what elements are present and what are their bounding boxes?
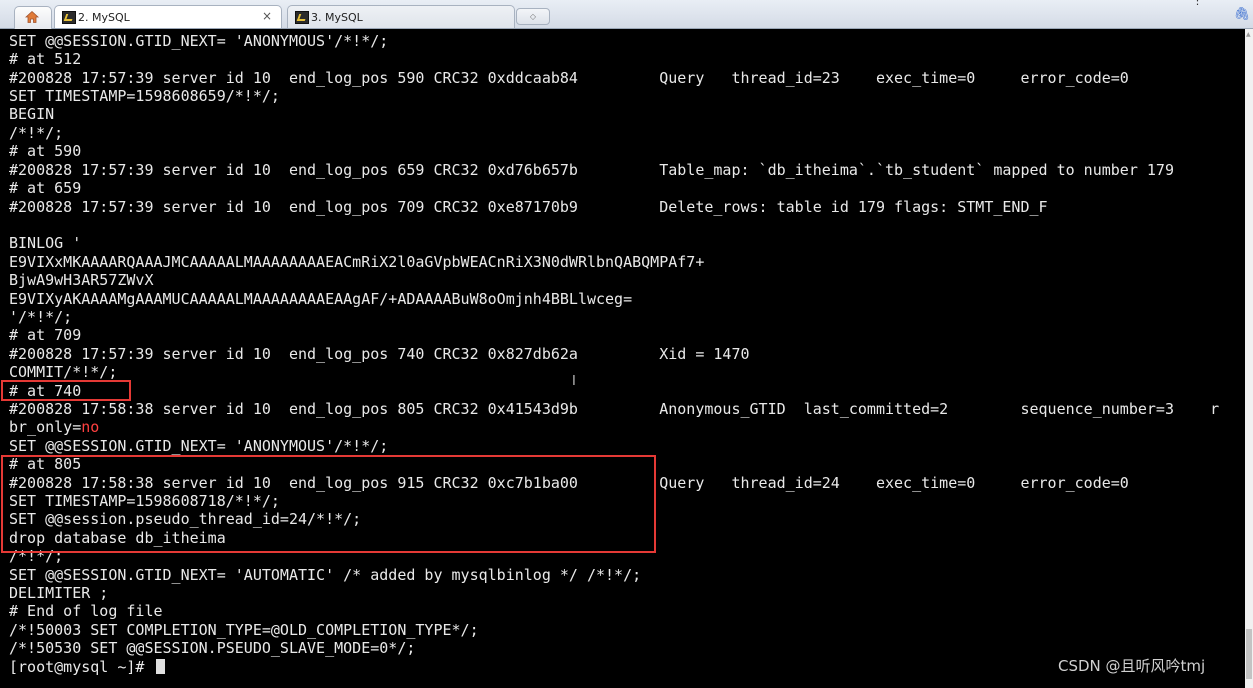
terminal-line: COMMIT/*!*/; bbox=[9, 363, 118, 381]
terminal-line: /*!*/; bbox=[9, 124, 64, 142]
terminal-line: #200828 17:57:39 server id 10 end_log_po… bbox=[9, 69, 1129, 87]
terminal-line: br_only=no bbox=[9, 418, 99, 436]
home-icon bbox=[25, 10, 39, 23]
terminal-line: SET @@SESSION.GTID_NEXT= 'ANONYMOUS'/*!*… bbox=[9, 32, 389, 50]
close-icon[interactable]: × bbox=[262, 9, 272, 23]
new-tab-button[interactable]: ◇ bbox=[516, 8, 550, 25]
highlight-box-at-740 bbox=[1, 380, 131, 401]
terminal-line: # at 659 bbox=[9, 179, 82, 197]
highlight-box-drop-event bbox=[1, 455, 656, 553]
tab-bar: 2. MySQL × 3. MySQL ◇ ⋮ 🖇 bbox=[0, 0, 1253, 29]
terminal-line: BjwA9wH3AR57ZWvX bbox=[9, 271, 154, 289]
terminal-line: #200828 17:57:39 server id 10 end_log_po… bbox=[9, 198, 1048, 216]
terminal-line: # at 709 bbox=[9, 326, 82, 344]
terminal-line: SET @@SESSION.GTID_NEXT= 'AUTOMATIC' /* … bbox=[9, 566, 642, 584]
terminal-output[interactable]: SET @@SESSION.GTID_NEXT= 'ANONYMOUS'/*!*… bbox=[0, 29, 1245, 688]
window-menu-icon[interactable]: ⋮ bbox=[1192, 0, 1203, 7]
prompt-text: [root@mysql ~]# bbox=[9, 658, 154, 676]
terminal-line: E9VIXxMKAAAARQAAAJMCAAAAALMAAAAAAAAEACmR… bbox=[9, 253, 705, 271]
tab-mysql-3[interactable]: 3. MySQL bbox=[287, 5, 515, 28]
home-tab[interactable] bbox=[14, 6, 52, 29]
terminal-icon bbox=[295, 11, 309, 24]
terminal-line: #200828 17:57:39 server id 10 end_log_po… bbox=[9, 345, 750, 363]
br-only-label: br_only= bbox=[9, 418, 82, 436]
terminal-line: # at 590 bbox=[9, 142, 82, 160]
paperclip-icon[interactable]: 🖇 bbox=[1233, 7, 1250, 22]
terminal-line: # at 512 bbox=[9, 50, 82, 68]
terminal-line: SET @@SESSION.GTID_NEXT= 'ANONYMOUS'/*!*… bbox=[9, 437, 389, 455]
terminal-line: E9VIXyAKAAAAMgAAAMUCAAAAALMAAAAAAAAEAAgA… bbox=[9, 290, 633, 308]
terminal-line: BEGIN bbox=[9, 105, 55, 123]
terminal-line: DELIMITER ; bbox=[9, 584, 109, 602]
terminal-line: /*!50530 SET @@SESSION.PSEUDO_SLAVE_MODE… bbox=[9, 639, 416, 657]
terminal-line: #200828 17:57:39 server id 10 end_log_po… bbox=[9, 161, 1174, 179]
shell-prompt[interactable]: [root@mysql ~]# bbox=[9, 658, 165, 676]
text-cursor bbox=[155, 659, 165, 674]
scrollbar-thumb[interactable] bbox=[1246, 629, 1252, 679]
watermark: CSDN @且听风吟tmj bbox=[1058, 657, 1206, 675]
mouse-ibeam-icon: I bbox=[572, 374, 576, 389]
tab-label: 3. MySQL bbox=[311, 11, 363, 24]
terminal-icon bbox=[62, 11, 76, 24]
terminal-line: '/*!*/; bbox=[9, 308, 73, 326]
terminal-line: SET TIMESTAMP=1598608659/*!*/; bbox=[9, 87, 280, 105]
terminal-line: # End of log file bbox=[9, 602, 163, 620]
scroll-up-icon[interactable]: ▲ bbox=[1246, 31, 1251, 38]
tab-mysql-2[interactable]: 2. MySQL × bbox=[54, 5, 282, 28]
terminal-line: #200828 17:58:38 server id 10 end_log_po… bbox=[9, 400, 1220, 418]
terminal-line: BINLOG ' bbox=[9, 234, 82, 252]
br-only-value: no bbox=[81, 418, 100, 436]
terminal-line: /*!50003 SET COMPLETION_TYPE=@OLD_COMPLE… bbox=[9, 621, 479, 639]
tab-label: 2. MySQL bbox=[78, 11, 130, 24]
vertical-scrollbar[interactable]: ▲ bbox=[1245, 29, 1253, 688]
